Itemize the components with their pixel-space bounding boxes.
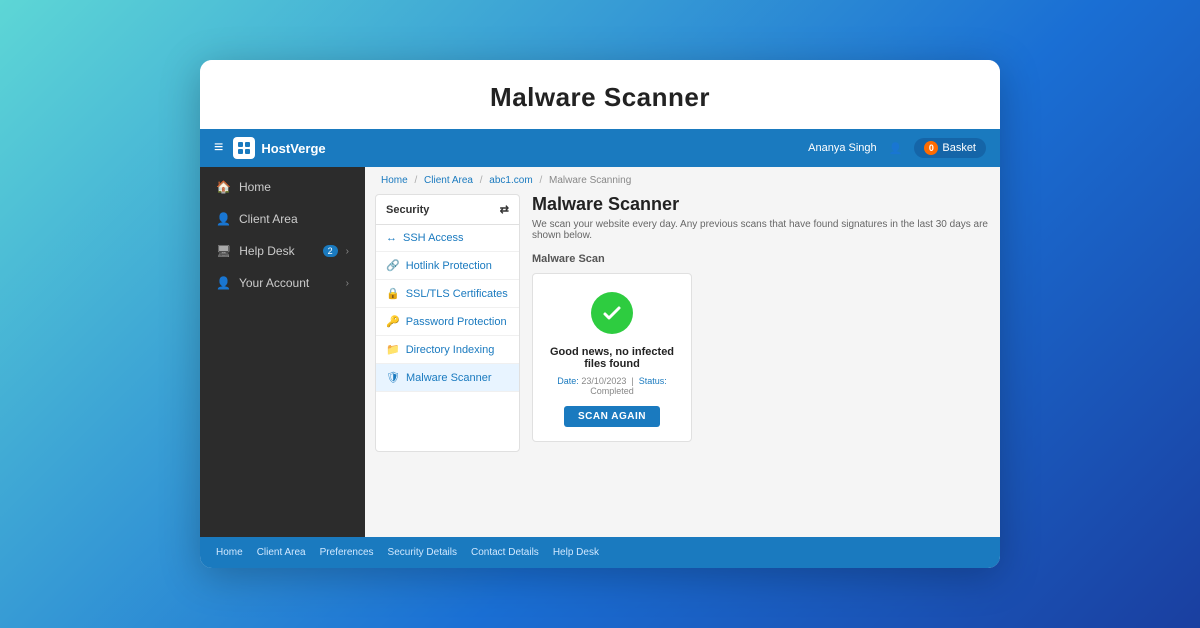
sidebar-item-help-desk[interactable]: 🖥 Help Desk 2 › bbox=[200, 235, 365, 267]
hotlink-icon: 🔗 bbox=[386, 259, 400, 272]
account-icon: 👤 bbox=[216, 276, 231, 290]
breadcrumb: Home / Client Area / abc1.com / Malware … bbox=[365, 167, 1000, 194]
basket-count: 0 bbox=[924, 141, 938, 155]
sidebar-item-label: Your Account bbox=[239, 276, 338, 290]
brand-name: HostVerge bbox=[261, 141, 325, 156]
breadcrumb-domain[interactable]: abc1.com bbox=[489, 175, 532, 186]
password-icon: 🔑 bbox=[386, 315, 400, 328]
sec-item-label: Directory Indexing bbox=[406, 344, 495, 356]
footer-link-client-area[interactable]: Client Area bbox=[257, 547, 306, 558]
footer: Home Client Area Preferences Security De… bbox=[200, 537, 1000, 568]
breadcrumb-sep: / bbox=[480, 175, 483, 186]
scanner-desc: We scan your website every day. Any prev… bbox=[532, 219, 990, 241]
sec-item-label: Password Protection bbox=[406, 316, 507, 328]
directory-icon: 📁 bbox=[386, 343, 400, 356]
security-panel: Security ⇄ ↔ SSH Access 🔗 Hotlink Protec… bbox=[375, 194, 520, 452]
basket-button[interactable]: 0 Basket bbox=[914, 138, 986, 158]
footer-link-preferences[interactable]: Preferences bbox=[320, 547, 374, 558]
hamburger-icon[interactable]: ≡ bbox=[214, 139, 223, 157]
main-layout: 🏠 Home 👤 Client Area 🖥 Help Desk 2 › 👤 Y… bbox=[200, 167, 1000, 537]
security-panel-header: Security ⇄ bbox=[376, 195, 519, 225]
chevron-right-icon: › bbox=[346, 246, 349, 257]
right-nav: Ananya Singh 👤 0 Basket bbox=[808, 138, 986, 158]
user-name: Ananya Singh bbox=[808, 142, 877, 154]
sidebar-item-label: Client Area bbox=[239, 212, 349, 226]
user-icon: 👤 bbox=[889, 142, 903, 155]
chevron-right-icon: › bbox=[346, 278, 349, 289]
sidebar-item-your-account[interactable]: 👤 Your Account › bbox=[200, 267, 365, 299]
outer-card: Malware Scanner ≡ HostVerge Ananya Singh… bbox=[200, 60, 1000, 568]
top-nav: ≡ HostVerge Ananya Singh 👤 0 Basket bbox=[200, 129, 1000, 167]
check-icon bbox=[591, 292, 633, 334]
scan-success-text: Good news, no infected files found bbox=[547, 346, 677, 370]
scan-result-box: Good news, no infected files found Date:… bbox=[532, 273, 692, 442]
sidebar-item-client-area[interactable]: 👤 Client Area bbox=[200, 203, 365, 235]
sec-item-ssh[interactable]: ↔ SSH Access bbox=[376, 225, 519, 252]
sec-item-label: Hotlink Protection bbox=[406, 260, 492, 272]
date-label: Date: bbox=[557, 376, 579, 386]
breadcrumb-home[interactable]: Home bbox=[381, 175, 408, 186]
sidebar-item-label: Home bbox=[239, 180, 349, 194]
ssh-icon: ↔ bbox=[386, 232, 397, 244]
help-desk-badge: 2 bbox=[323, 245, 338, 257]
malware-scan-label: Malware Scan bbox=[532, 253, 990, 265]
breadcrumb-sep: / bbox=[414, 175, 417, 186]
sidebar-item-label: Help Desk bbox=[239, 244, 314, 258]
basket-label: Basket bbox=[942, 142, 976, 154]
breadcrumb-current: Malware Scanning bbox=[549, 175, 631, 186]
sidebar-item-home[interactable]: 🏠 Home bbox=[200, 171, 365, 203]
date-value: 23/10/2023 bbox=[581, 376, 626, 386]
sec-item-label: SSL/TLS Certificates bbox=[406, 288, 508, 300]
status-value: Completed bbox=[590, 386, 634, 396]
scanner-content: Malware Scanner We scan your website eve… bbox=[532, 194, 990, 452]
content-inner: Security ⇄ ↔ SSH Access 🔗 Hotlink Protec… bbox=[365, 194, 1000, 462]
footer-link-contact-details[interactable]: Contact Details bbox=[471, 547, 539, 558]
sec-item-label: Malware Scanner bbox=[406, 372, 492, 384]
page-title: Malware Scanner bbox=[200, 60, 1000, 129]
sec-item-ssl[interactable]: 🔒 SSL/TLS Certificates bbox=[376, 280, 519, 308]
logo-icon bbox=[233, 137, 255, 159]
sec-item-password[interactable]: 🔑 Password Protection bbox=[376, 308, 519, 336]
footer-link-home[interactable]: Home bbox=[216, 547, 243, 558]
sec-item-directory[interactable]: 📁 Directory Indexing bbox=[376, 336, 519, 364]
scan-meta: Date: 23/10/2023 | Status: Completed bbox=[547, 376, 677, 396]
scanner-title: Malware Scanner bbox=[532, 194, 990, 215]
expand-icon[interactable]: ⇄ bbox=[500, 203, 509, 216]
sec-item-label: SSH Access bbox=[403, 232, 464, 244]
malware-icon: 🛡 bbox=[386, 371, 400, 384]
home-icon: 🏠 bbox=[216, 180, 231, 194]
status-label: Status: bbox=[639, 376, 667, 386]
logo-area: HostVerge bbox=[233, 137, 325, 159]
sec-item-malware[interactable]: 🛡 Malware Scanner bbox=[376, 364, 519, 392]
footer-link-help-desk[interactable]: Help Desk bbox=[553, 547, 599, 558]
breadcrumb-client-area[interactable]: Client Area bbox=[424, 175, 473, 186]
scan-again-button[interactable]: SCAN AGAIN bbox=[564, 406, 660, 427]
client-area-icon: 👤 bbox=[216, 212, 231, 226]
help-desk-icon: 🖥 bbox=[216, 244, 231, 258]
content-area: Home / Client Area / abc1.com / Malware … bbox=[365, 167, 1000, 537]
ssl-icon: 🔒 bbox=[386, 287, 400, 300]
breadcrumb-sep: / bbox=[539, 175, 542, 186]
footer-link-security-details[interactable]: Security Details bbox=[388, 547, 457, 558]
sec-item-hotlink[interactable]: 🔗 Hotlink Protection bbox=[376, 252, 519, 280]
sidebar: 🏠 Home 👤 Client Area 🖥 Help Desk 2 › 👤 Y… bbox=[200, 167, 365, 537]
